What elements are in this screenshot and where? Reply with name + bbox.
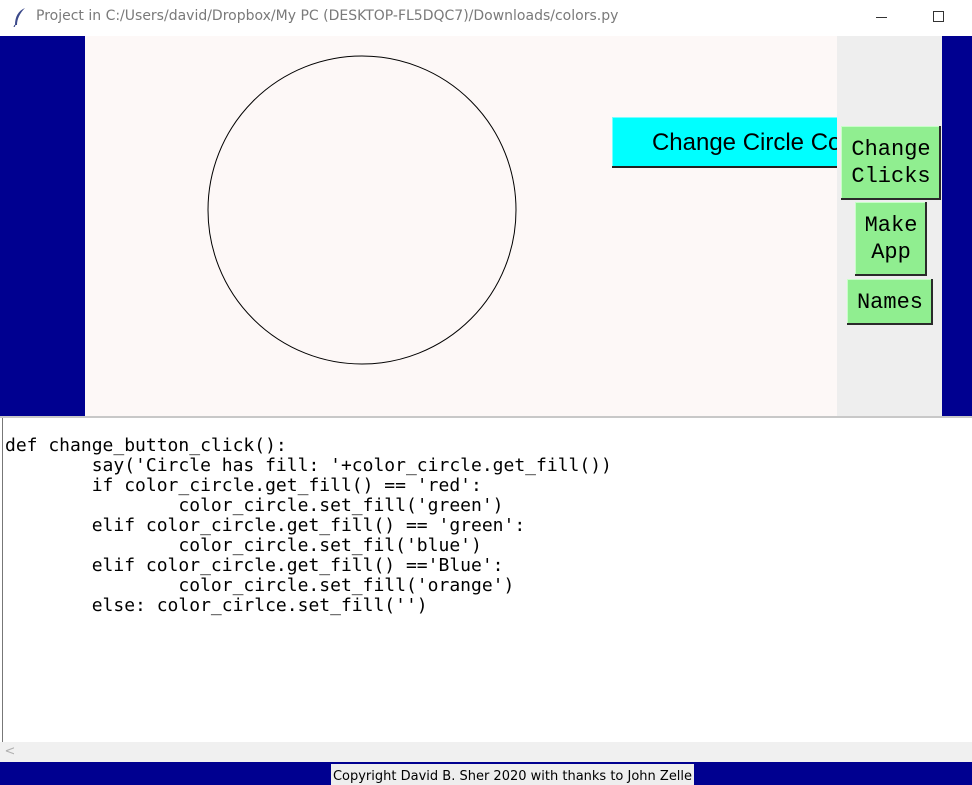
- title-bar[interactable]: Project in C:/Users/david/Dropbox/My PC …: [0, 0, 972, 36]
- copyright-label: Copyright David B. Sher 2020 with thanks…: [331, 764, 694, 785]
- color-circle[interactable]: [207, 55, 517, 365]
- make-app-button[interactable]: Make App: [855, 202, 927, 276]
- side-button-panel: Change Clicks Make App Names: [837, 36, 942, 416]
- drawing-canvas[interactable]: Change Circle Color: [85, 36, 908, 416]
- scroll-left-arrow-icon[interactable]: <: [2, 742, 18, 762]
- horizontal-scrollbar[interactable]: <: [0, 742, 972, 762]
- app-window: Project in C:/Users/david/Dropbox/My PC …: [0, 0, 972, 785]
- code-editor[interactable]: def change_button_click(): say('Circle h…: [2, 418, 972, 742]
- names-button[interactable]: Names: [847, 279, 933, 325]
- window-title: Project in C:/Users/david/Dropbox/My PC …: [36, 8, 619, 24]
- code-text[interactable]: def change_button_click(): say('Circle h…: [5, 436, 612, 616]
- change-clicks-button[interactable]: Change Clicks: [841, 126, 941, 200]
- maximize-icon[interactable]: [922, 0, 954, 36]
- minimize-icon[interactable]: [866, 0, 896, 36]
- footer-bar: Copyright David B. Sher 2020 with thanks…: [0, 762, 972, 785]
- circle-canvas-svg: [207, 55, 517, 365]
- top-panel: Change Circle Color Change Clicks Make A…: [0, 36, 972, 416]
- feather-icon: [12, 7, 28, 28]
